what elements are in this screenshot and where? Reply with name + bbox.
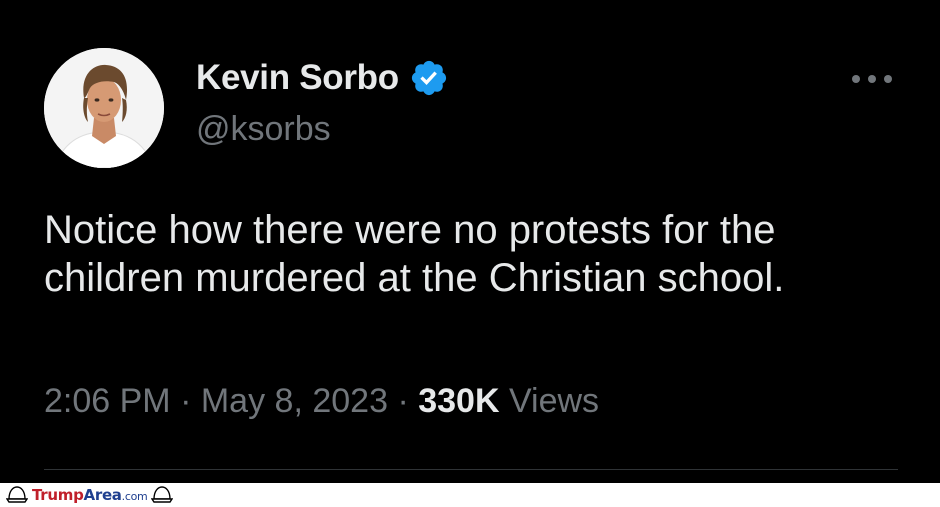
avatar[interactable] bbox=[44, 48, 164, 168]
views-count: 330K bbox=[418, 382, 500, 420]
divider bbox=[44, 469, 898, 470]
hat-icon bbox=[6, 486, 28, 503]
views-label: Views bbox=[508, 382, 600, 420]
watermark-bar: TrumpArea.com bbox=[0, 483, 940, 507]
more-dot bbox=[852, 75, 860, 83]
watermark-text: TrumpArea.com bbox=[32, 486, 148, 504]
author-name-row: Kevin Sorbo bbox=[196, 58, 449, 98]
author-handle[interactable]: @ksorbs bbox=[196, 110, 331, 149]
more-dot bbox=[868, 75, 876, 83]
meta-separator: · bbox=[397, 382, 409, 420]
watermark-brand-suffix: .com bbox=[121, 490, 148, 503]
watermark-brand-trump: Trump bbox=[32, 486, 84, 504]
avatar-photo bbox=[44, 48, 164, 168]
watermark: TrumpArea.com bbox=[6, 485, 174, 505]
tweet-card: Kevin Sorbo @ksorbs Notice how there wer… bbox=[0, 0, 940, 483]
tweet-text: Notice how there were no protests for th… bbox=[44, 208, 785, 300]
author-display-name[interactable]: Kevin Sorbo bbox=[196, 58, 399, 98]
verified-badge-icon bbox=[411, 60, 446, 96]
tweet-meta: 2:06 PM · May 8, 2023 · 330K Views bbox=[44, 382, 599, 421]
more-dot bbox=[884, 75, 892, 83]
hat-icon bbox=[151, 486, 174, 503]
tweet-date[interactable]: May 8, 2023 bbox=[201, 382, 388, 420]
tweet-time[interactable]: 2:06 PM bbox=[44, 382, 171, 420]
meta-separator: · bbox=[180, 382, 192, 420]
more-options-icon[interactable] bbox=[852, 66, 892, 92]
watermark-brand-area: Area bbox=[83, 486, 122, 504]
